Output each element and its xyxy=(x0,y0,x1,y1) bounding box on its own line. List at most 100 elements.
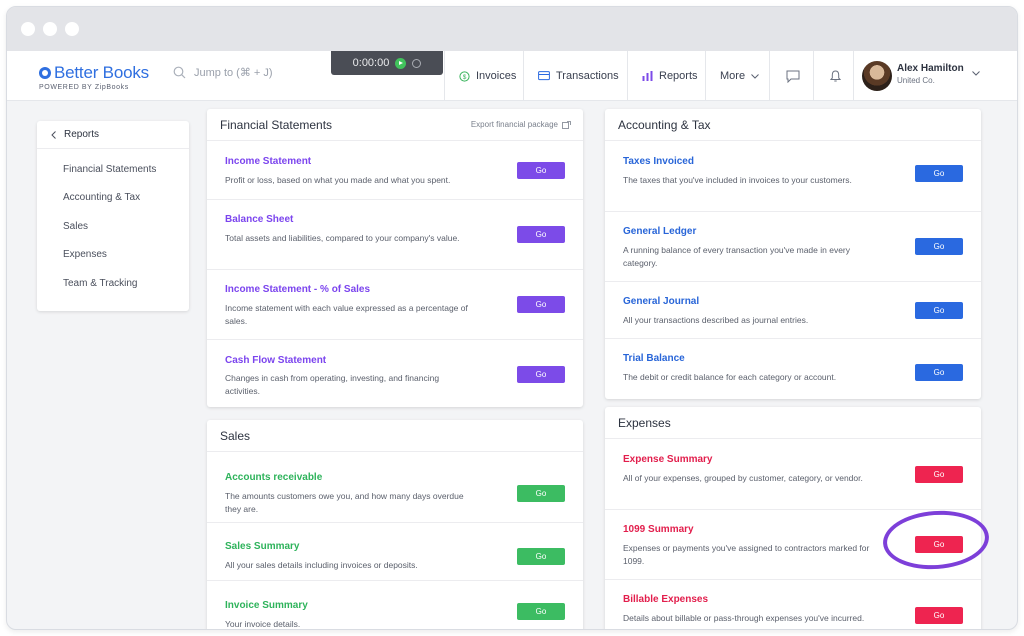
report-description: The debit or credit balance for each cat… xyxy=(623,372,837,382)
report-link-trial-balance[interactable]: Trial Balance xyxy=(623,353,685,364)
card-title: Financial Statements xyxy=(220,117,333,132)
go-button[interactable]: Go xyxy=(915,302,963,319)
report-description: Total assets and liabilities, compared t… xyxy=(225,233,460,243)
time-tracker-widget[interactable]: 0:00:00 xyxy=(331,51,443,75)
go-button[interactable]: Go xyxy=(517,226,565,243)
invoices-icon: $ xyxy=(459,70,470,82)
sidebar-item-accounting-tax[interactable]: Accounting & Tax xyxy=(37,184,189,213)
search-placeholder: Jump to (⌘ + J) xyxy=(194,67,273,79)
sales-card: Sales Accounts receivable The amounts cu… xyxy=(207,420,583,629)
browser-window: Better Books POWERED BY ZipBooks Jump to… xyxy=(6,6,1018,630)
accounting-tax-card: Accounting & Tax Taxes Invoiced The taxe… xyxy=(605,109,981,399)
report-row: Accounts receivable The amounts customer… xyxy=(207,453,583,523)
nav-more[interactable]: More xyxy=(705,51,773,101)
card-title: Expenses xyxy=(618,415,671,430)
go-button[interactable]: Go xyxy=(915,607,963,624)
reports-sidebar: Reports Financial Statements Accounting … xyxy=(37,121,189,311)
chevron-down-icon xyxy=(751,73,759,79)
report-row: Sales Summary All your sales details inc… xyxy=(207,523,583,581)
card-title: Sales xyxy=(220,428,251,443)
go-button[interactable]: Go xyxy=(915,364,963,381)
report-row: Income Statement Profit or loss, based o… xyxy=(207,142,583,200)
report-link-expense-summary[interactable]: Expense Summary xyxy=(623,454,713,465)
go-button[interactable]: Go xyxy=(517,485,565,502)
report-row: Billable Expenses Details about billable… xyxy=(605,580,981,629)
search-box[interactable]: Jump to (⌘ + J) xyxy=(173,66,273,79)
export-icon xyxy=(562,120,571,129)
play-icon[interactable] xyxy=(395,57,407,69)
nav-reports[interactable]: Reports xyxy=(627,51,712,101)
nav-invoices-label: Invoices xyxy=(476,70,517,82)
nav-invoices[interactable]: $ Invoices xyxy=(444,51,530,101)
report-description: Details about billable or pass-through e… xyxy=(623,613,865,623)
report-link-invoice-summary[interactable]: Invoice Summary xyxy=(225,600,308,611)
report-row: Expense Summary All of your expenses, gr… xyxy=(605,440,981,510)
user-name: Alex Hamilton xyxy=(897,63,964,74)
logo-text: Better Books xyxy=(54,63,149,82)
report-description: Expenses or payments you've assigned to … xyxy=(623,543,870,566)
report-link-income-statement[interactable]: Income Statement xyxy=(225,156,311,167)
report-link-general-journal[interactable]: General Journal xyxy=(623,296,699,307)
export-financial-package-link[interactable]: Export financial package xyxy=(471,120,571,129)
report-row: Invoice Summary Your invoice details. Go xyxy=(207,581,583,629)
report-link-accounts-receivable[interactable]: Accounts receivable xyxy=(225,472,322,483)
report-description: Income statement with each value express… xyxy=(225,303,468,326)
search-icon xyxy=(173,66,186,79)
logo-subtitle: POWERED BY ZipBooks xyxy=(39,84,129,91)
sidebar-item-team-tracking[interactable]: Team & Tracking xyxy=(37,269,189,298)
logo[interactable]: Better Books POWERED BY ZipBooks xyxy=(39,63,149,91)
go-button[interactable]: Go xyxy=(517,296,565,313)
window-dot-minimize[interactable] xyxy=(43,22,57,36)
user-company: United Co. xyxy=(897,76,935,85)
sidebar-back-reports[interactable]: Reports xyxy=(37,121,189,149)
report-description: All of your expenses, grouped by custome… xyxy=(623,473,863,483)
window-dot-maximize[interactable] xyxy=(65,22,79,36)
sidebar-item-sales[interactable]: Sales xyxy=(37,212,189,241)
stopwatch-icon[interactable] xyxy=(412,58,422,68)
report-link-general-ledger[interactable]: General Ledger xyxy=(623,226,696,237)
go-button[interactable]: Go xyxy=(517,366,565,383)
chevron-down-icon[interactable] xyxy=(972,71,980,76)
go-button[interactable]: Go xyxy=(517,548,565,565)
report-description: Changes in cash from operating, investin… xyxy=(225,373,440,396)
sidebar-item-expenses[interactable]: Expenses xyxy=(37,241,189,270)
report-link-taxes-invoiced[interactable]: Taxes Invoiced xyxy=(623,156,694,167)
report-link-income-statement-pct-sales[interactable]: Income Statement - % of Sales xyxy=(225,284,370,295)
go-button[interactable]: Go xyxy=(517,162,565,179)
nav-reports-label: Reports xyxy=(659,70,698,82)
report-description: The taxes that you've included in invoic… xyxy=(623,175,852,185)
sidebar-header: Reports xyxy=(64,129,100,140)
report-description: The amounts customers owe you, and how m… xyxy=(225,491,464,514)
report-link-billable-expenses[interactable]: Billable Expenses xyxy=(623,594,708,605)
go-button[interactable]: Go xyxy=(915,165,963,182)
report-link-cash-flow-statement[interactable]: Cash Flow Statement xyxy=(225,355,326,366)
report-description: Profit or loss, based on what you made a… xyxy=(225,175,451,185)
transactions-icon xyxy=(538,71,550,81)
report-description: Your invoice details. xyxy=(225,619,301,629)
nav-transactions[interactable]: Transactions xyxy=(523,51,633,101)
window-dot-close[interactable] xyxy=(21,22,35,36)
nav-more-label: More xyxy=(720,70,746,82)
timer-readout: 0:00:00 xyxy=(352,57,390,69)
report-link-balance-sheet[interactable]: Balance Sheet xyxy=(225,214,293,225)
report-link-sales-summary[interactable]: Sales Summary xyxy=(225,541,300,552)
avatar[interactable] xyxy=(862,61,892,91)
report-row: Balance Sheet Total assets and liabiliti… xyxy=(207,200,583,270)
bell-icon xyxy=(830,70,841,82)
go-button[interactable]: Go xyxy=(915,238,963,255)
go-button[interactable]: Go xyxy=(915,466,963,483)
go-button-1099[interactable]: Go xyxy=(915,536,963,553)
nav-messages[interactable] xyxy=(769,51,814,101)
export-label: Export financial package xyxy=(470,120,558,129)
nav-notifications[interactable] xyxy=(813,51,856,101)
reports-icon xyxy=(642,71,653,81)
sidebar-item-financial-statements[interactable]: Financial Statements xyxy=(37,155,189,184)
logo-icon xyxy=(39,67,51,79)
report-description: All your transactions described as journ… xyxy=(623,315,809,325)
report-link-1099-summary[interactable]: 1099 Summary xyxy=(623,524,694,535)
window-titlebar xyxy=(7,7,1017,51)
go-button[interactable]: Go xyxy=(517,603,565,620)
report-description: A running balance of every transaction y… xyxy=(623,245,851,268)
app-header: Better Books POWERED BY ZipBooks Jump to… xyxy=(7,51,1017,101)
report-description: All your sales details including invoice… xyxy=(225,560,418,570)
